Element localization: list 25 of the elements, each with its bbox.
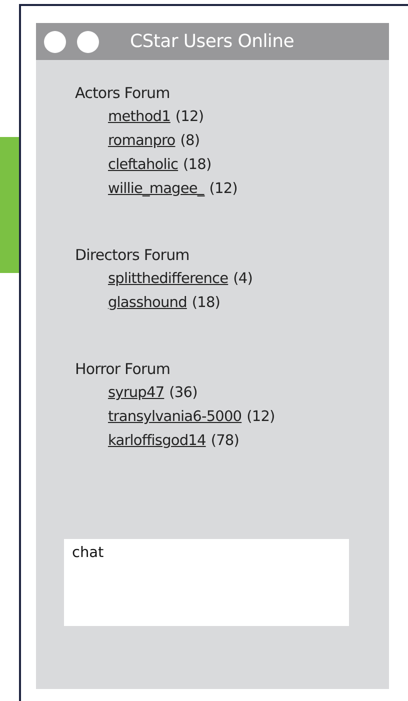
- forum-heading: Horror Forum: [75, 359, 172, 380]
- post-count: (36): [169, 385, 198, 401]
- user-link[interactable]: splitthedifference: [108, 271, 228, 287]
- post-count: (18): [192, 295, 220, 311]
- user-link[interactable]: romanpro: [108, 133, 176, 149]
- post-count: (12): [209, 181, 238, 197]
- post-count: (8): [180, 133, 200, 149]
- post-count: (12): [175, 109, 204, 125]
- post-count: (78): [210, 433, 239, 449]
- user-link[interactable]: method1: [108, 109, 170, 125]
- post-count: (4): [233, 271, 252, 287]
- forum-heading: Actors Forum: [75, 83, 171, 104]
- user-link[interactable]: glasshound: [108, 295, 187, 311]
- user-link[interactable]: willie_magee_: [108, 181, 204, 197]
- user-link[interactable]: cleftaholic: [108, 157, 178, 173]
- forum-heading: Directors Forum: [75, 245, 190, 266]
- user-link[interactable]: syrup47: [108, 385, 164, 401]
- circle-icon[interactable]: [44, 30, 66, 52]
- user-link[interactable]: karloffisgod14: [108, 433, 206, 449]
- post-count: (18): [183, 157, 212, 173]
- circle-icon[interactable]: [77, 30, 99, 52]
- post-count: (12): [246, 409, 275, 425]
- user-link[interactable]: transylvania6-5000: [108, 409, 242, 425]
- chat-field[interactable]: chat: [64, 539, 349, 626]
- panel-title: CStar Users Online: [130, 31, 294, 52]
